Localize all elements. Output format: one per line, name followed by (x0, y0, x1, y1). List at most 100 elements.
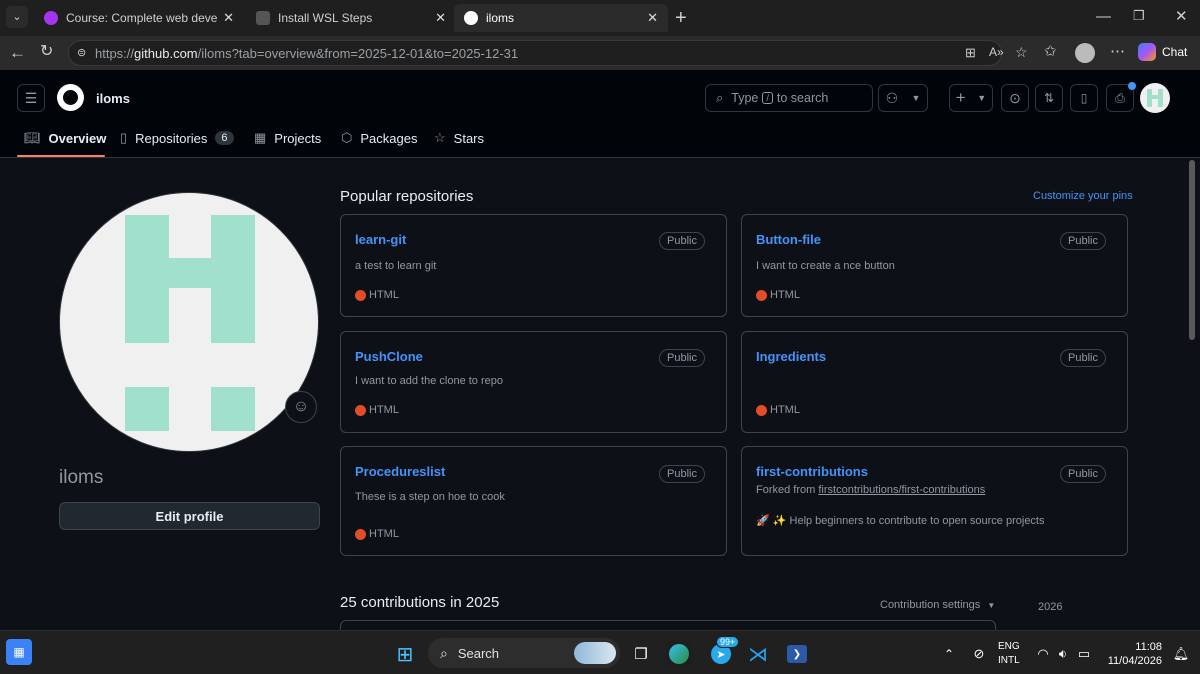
chevron-down-icon: ▼ (911, 93, 921, 103)
telegram-icon[interactable]: ➤ 99+ (708, 636, 740, 667)
copilot-icon: ⚇ (885, 89, 899, 106)
new-tab-button[interactable]: + (675, 8, 687, 28)
tab-title: iloms (486, 11, 515, 25)
clock[interactable]: 11:08 11/04/2026 (1104, 640, 1162, 668)
contributions-heading: 25 contributions in 2025 (340, 594, 500, 611)
repo-description: 🚀 ✨ Help beginners to contribute to open… (756, 515, 1045, 527)
forked-from-link[interactable]: firstcontributions/first-contributions (818, 484, 985, 496)
language-indicator[interactable]: ENG INTL (998, 640, 1020, 668)
pinned-repo-card: learn-git Public a test to learn git HTM… (340, 214, 727, 317)
language-color-dot (756, 289, 767, 301)
repo-name-link[interactable]: first-contributions (756, 464, 868, 479)
clock-time: 11:08 (1135, 641, 1162, 653)
tab-label: Repositories (135, 130, 208, 146)
taskbar-search-box[interactable]: ⌕ Search (428, 638, 620, 668)
copilot-button[interactable]: ⚇ ▼ (878, 84, 928, 112)
language-name: HTML (369, 404, 399, 416)
close-window-button[interactable]: ✕ (1175, 9, 1188, 24)
tab-packages[interactable]: ⬡ Packages (341, 128, 417, 148)
task-view-icon[interactable]: ❐ (628, 641, 654, 667)
start-windows-icon[interactable]: ⊞ (392, 641, 418, 667)
pinned-repo-card: Ingredients Public HTML (741, 331, 1128, 433)
user-avatar[interactable] (1140, 83, 1170, 113)
read-aloud-icon[interactable]: A» (989, 45, 1004, 59)
close-tab-icon[interactable]: ✕ (647, 10, 658, 26)
pinned-repo-card: first-contributions Public Forked from f… (741, 446, 1128, 556)
repo-name-link[interactable]: PushClone (355, 349, 423, 364)
chat-label: Chat (1162, 45, 1188, 59)
visibility-badge: Public (659, 465, 705, 483)
repo-count-badge: 6 (215, 131, 234, 145)
github-logo-icon[interactable] (57, 84, 84, 111)
page-scrollbar[interactable] (1189, 160, 1195, 340)
chevron-down-icon: ▼ (977, 93, 987, 103)
create-new-button[interactable]: + ▼ (949, 84, 993, 112)
browser-tab-github[interactable]: iloms ✕ (454, 4, 668, 32)
visibility-badge: Public (1060, 465, 1106, 483)
contribution-settings-dropdown[interactable]: Contribution settings ▼ (880, 599, 995, 611)
favorite-star-icon[interactable]: ☆ (1015, 44, 1028, 61)
battery-icon[interactable]: ▭ (1071, 641, 1097, 667)
forked-from-text: Forked from firstcontributions/first-con… (756, 484, 985, 496)
address-bar[interactable]: ⊜ https://github.com/iloms?tab=overview&… (68, 40, 1028, 66)
repo-description: a test to learn git (355, 260, 437, 272)
url-prefix: https:// (95, 45, 135, 61)
profile-avatar-large[interactable] (59, 192, 319, 452)
pull-requests-button[interactable]: ⇅ (1035, 84, 1063, 112)
search-icon: ⌕ (716, 90, 724, 105)
copilot-chat-button[interactable]: Chat (1138, 43, 1187, 61)
repo-name-link[interactable]: Ingredients (756, 349, 826, 364)
search-suffix: to search (776, 91, 829, 105)
site-info-icon[interactable]: ⊜ (77, 46, 86, 59)
more-menu-icon[interactable]: ⋯ (1110, 44, 1125, 59)
browser-tab-wsl[interactable]: Install WSL Steps ✕ (246, 4, 456, 32)
repositories-button[interactable]: ▯ (1070, 84, 1098, 112)
hamburger-menu-button[interactable]: ☰ (17, 84, 45, 112)
tab-list-button[interactable]: ⌄ (6, 6, 28, 28)
visibility-badge: Public (1060, 349, 1106, 367)
browser-tab-course[interactable]: Course: Complete web developme ✕ (34, 4, 244, 32)
issues-button[interactable]: ⊙ (1001, 84, 1029, 112)
profile-avatar[interactable] (1075, 43, 1095, 63)
widgets-icon[interactable]: ▦ (6, 639, 32, 665)
repo-name-link[interactable]: Button-file (756, 232, 821, 247)
pinned-repo-card: PushClone Public I want to add the clone… (340, 331, 727, 433)
tab-label: Packages (360, 130, 418, 146)
accessibility-icon[interactable]: ⊘ (966, 641, 992, 667)
edit-profile-button[interactable]: Edit profile (59, 502, 320, 530)
tab-stars[interactable]: ☆ Stars (434, 128, 484, 148)
book-icon: 📖︎ (24, 130, 41, 145)
context-username[interactable]: iloms (96, 91, 130, 106)
chevron-down-icon: ▼ (987, 601, 996, 610)
edge-browser-icon[interactable] (666, 641, 692, 667)
star-icon: ☆ (434, 130, 446, 145)
repo-language: HTML (756, 289, 800, 301)
restore-button[interactable]: ❐ (1133, 9, 1145, 22)
powershell-icon[interactable]: ❯ (784, 641, 810, 667)
customize-pins-link[interactable]: Customize your pins (1033, 190, 1133, 202)
tab-projects[interactable]: ▦ Projects (254, 128, 321, 148)
favorites-icon[interactable]: ✩ (1044, 44, 1057, 59)
close-tab-icon[interactable]: ✕ (223, 10, 234, 26)
language-top: ENG (998, 641, 1020, 652)
back-arrow-icon[interactable]: ← (9, 44, 26, 61)
vscode-icon[interactable]: ⋊ (745, 641, 771, 667)
language-bottom: INTL (998, 655, 1020, 666)
tab-repositories[interactable]: ▯ Repositories 6 (120, 128, 234, 148)
close-tab-icon[interactable]: ✕ (435, 10, 446, 26)
show-hidden-icons-chevron[interactable]: ⌃ (936, 641, 962, 667)
repo-language: HTML (355, 528, 399, 540)
search-input[interactable]: ⌕ Type / to search (705, 84, 873, 112)
repo-icon: ▯ (120, 130, 128, 145)
year-link-2026[interactable]: 2026 (1038, 601, 1062, 613)
tab-overview[interactable]: 📖︎ Overview (24, 128, 106, 148)
set-status-button[interactable]: ☺ (285, 391, 317, 423)
minimize-button[interactable]: — (1096, 9, 1111, 24)
refresh-icon[interactable]: ↻ (40, 44, 53, 60)
notification-bell-icon[interactable]: 🔔︎ (1168, 641, 1194, 667)
notifications-button[interactable]: ⎙ (1106, 82, 1136, 112)
contribution-settings-label: Contribution settings (880, 599, 981, 611)
repo-name-link[interactable]: learn-git (355, 232, 406, 247)
app-available-icon[interactable]: ⊞ (965, 45, 976, 61)
repo-name-link[interactable]: Procedureslist (355, 464, 445, 479)
